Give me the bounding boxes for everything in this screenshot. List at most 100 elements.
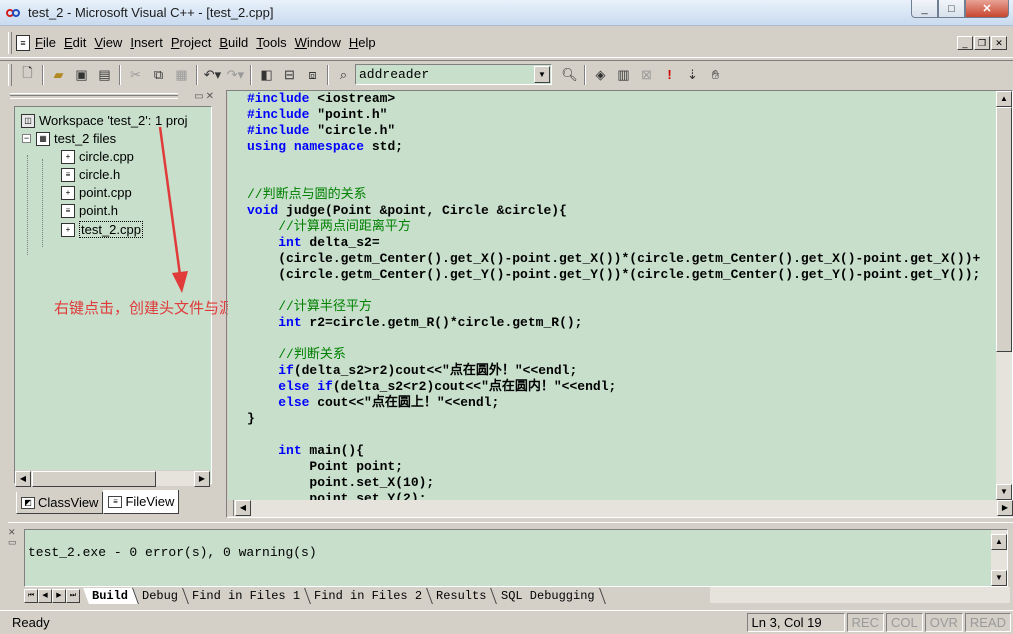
output-text-area[interactable]: test_2.exe - 0 error(s), 0 warning(s) ▲ … <box>24 529 1008 587</box>
file-item-selected[interactable]: + test_2.cpp <box>61 221 143 238</box>
tab-prev-icon[interactable]: ◀ <box>38 589 52 603</box>
file-item[interactable]: ≡ circle.h <box>61 167 120 182</box>
panel-close-icon[interactable]: ✕ <box>206 91 214 102</box>
tree-horizontal-scrollbar[interactable]: ◀ ▶ <box>15 470 210 487</box>
scroll-thumb[interactable] <box>32 471 156 487</box>
minimize-button[interactable]: _ <box>911 0 938 18</box>
menu-file[interactable]: File <box>32 35 59 50</box>
save-icon[interactable]: ▣ <box>70 64 93 86</box>
output-icon[interactable]: ⊟ <box>278 64 301 86</box>
status-message: Ready <box>12 615 50 630</box>
cursor-position: Ln 3, Col 19 <box>746 613 845 632</box>
panel-toggle-icon[interactable]: ▭ <box>8 537 17 547</box>
tab-fileview[interactable]: ≡ FileView <box>103 490 180 514</box>
tab-find-in-files-1[interactable]: Find in Files 1 <box>183 588 311 604</box>
menu-edit[interactable]: Edit <box>61 35 89 50</box>
scroll-up-icon[interactable]: ▲ <box>996 91 1012 107</box>
workspace-icon[interactable]: ◧ <box>255 64 278 86</box>
collapse-icon[interactable]: − <box>22 134 31 143</box>
menu-tools[interactable]: Tools <box>253 35 289 50</box>
close-button[interactable]: ✕ <box>965 0 1009 18</box>
doc-close-button[interactable]: ✕ <box>991 36 1007 50</box>
tab-next-icon[interactable]: ▶ <box>52 589 66 603</box>
editor-vertical-scrollbar[interactable]: ▲ ▼ <box>996 91 1012 500</box>
tab-find-in-files-2[interactable]: Find in Files 2 <box>305 588 434 604</box>
tab-debug[interactable]: Debug <box>133 588 189 604</box>
menu-project[interactable]: Project <box>168 35 214 50</box>
stop-build-icon[interactable]: ⊠ <box>635 64 658 86</box>
tab-results[interactable]: Results <box>427 588 498 604</box>
scroll-left-icon[interactable]: ◀ <box>15 471 31 487</box>
menu-view[interactable]: View <box>91 35 125 50</box>
copy-icon[interactable]: ⧉ <box>147 64 170 86</box>
output-tabs: ⏮ ◀ ▶ ⏭ Build Debug Find in Files 1 Find in… <box>24 587 1010 605</box>
visual-cpp-logo-icon <box>6 6 22 20</box>
menu-bar: ≡ File Edit View Insert Project Build Tools Win… <box>0 28 1013 58</box>
paste-icon[interactable]: ▦ <box>170 64 193 86</box>
tab-classview[interactable]: ◩ ClassView <box>16 492 104 514</box>
toolbar: 🗋 ▰ ▣ ▤ ✂ ⧉ ▦ ↶▾ ↷▾ ◧ ⊟ ⧈ ⌕ addreader ▼ … <box>0 60 1013 88</box>
scroll-down-icon[interactable]: ▼ <box>991 570 1007 586</box>
cpp-file-icon: + <box>61 222 75 237</box>
go-icon[interactable]: ⇣ <box>681 64 704 86</box>
menu-build[interactable]: Build <box>216 35 251 50</box>
panel-close-icon[interactable]: ✕ <box>8 527 17 537</box>
header-file-icon: ≡ <box>61 167 75 182</box>
menu-window[interactable]: Window <box>292 35 344 50</box>
find-combo-value: addreader <box>359 67 430 82</box>
execute-icon[interactable]: ! <box>658 64 681 86</box>
scroll-up-icon[interactable]: ▲ <box>991 534 1007 550</box>
rec-indicator: REC <box>846 613 884 632</box>
chevron-down-icon[interactable]: ▼ <box>534 66 550 83</box>
tab-build[interactable]: Build <box>83 588 139 604</box>
find-combo[interactable]: addreader ▼ <box>355 64 552 85</box>
editor-horizontal-scrollbar[interactable]: ◀ ▶ <box>228 500 1013 517</box>
breakpoint-icon[interactable]: ✋︎ <box>704 64 727 86</box>
build-icon[interactable]: ▥ <box>612 64 635 86</box>
redo-icon[interactable]: ↷▾ <box>224 64 247 86</box>
file-item[interactable]: ≡ point.h <box>61 203 118 218</box>
tab-sql-debugging[interactable]: SQL Debugging <box>491 588 606 604</box>
search-icon[interactable]: 🔍︎ <box>558 64 581 86</box>
file-item[interactable]: + point.cpp <box>61 185 132 200</box>
maximize-button[interactable]: □ <box>938 0 965 18</box>
tab-last-icon[interactable]: ⏭ <box>66 589 80 603</box>
menu-help[interactable]: Help <box>346 35 379 50</box>
scroll-left-icon[interactable]: ◀ <box>235 500 251 516</box>
doc-minimize-button[interactable]: _ <box>957 36 973 50</box>
code-area[interactable]: #include <iostream> #include "point.h" #… <box>228 91 997 500</box>
compile-icon[interactable]: ◈ <box>589 64 612 86</box>
scroll-down-icon[interactable]: ▼ <box>996 484 1012 500</box>
scroll-right-icon[interactable]: ▶ <box>997 500 1013 516</box>
header-file-icon: ≡ <box>61 203 75 218</box>
save-all-icon[interactable]: ▤ <box>93 64 116 86</box>
title-bar: test_2 - Microsoft Visual C++ - [test_2.… <box>0 0 1013 26</box>
fileview-icon: ≡ <box>108 495 123 508</box>
window-list-icon[interactable]: ⧈ <box>301 64 324 86</box>
tab-first-icon[interactable]: ⏮ <box>24 589 38 603</box>
output-horizontal-scrollbar[interactable] <box>710 587 1010 603</box>
status-bar: Ready Ln 3, Col 19 REC COL OVR READ <box>0 610 1013 634</box>
file-item[interactable]: + circle.cpp <box>61 149 134 164</box>
scroll-right-icon[interactable]: ▶ <box>194 471 210 487</box>
code-editor[interactable]: #include <iostream> #include "point.h" #… <box>226 90 1013 518</box>
project-node[interactable]: − ▦ test_2 files <box>22 131 116 146</box>
scroll-thumb[interactable] <box>996 107 1012 352</box>
open-icon[interactable]: ▰ <box>47 64 70 86</box>
ovr-indicator: OVR <box>924 613 963 632</box>
output-vertical-scrollbar[interactable]: ▲ ▼ <box>991 530 1007 586</box>
project-icon: ▦ <box>36 131 50 146</box>
new-text-file-icon[interactable]: 🗋 <box>16 64 39 86</box>
doc-restore-button[interactable]: ❐ <box>974 36 990 50</box>
col-indicator: COL <box>885 613 923 632</box>
panel-toggle-icon[interactable]: ▭ <box>194 91 203 102</box>
document-icon[interactable]: ≡ <box>16 34 30 51</box>
toolbar-grip[interactable] <box>8 63 12 86</box>
menu-grip[interactable] <box>8 31 12 54</box>
menu-insert[interactable]: Insert <box>127 35 166 50</box>
find-in-files-icon[interactable]: ⌕ <box>332 64 355 86</box>
cut-icon[interactable]: ✂ <box>124 64 147 86</box>
window-title: test_2 - Microsoft Visual C++ - [test_2.… <box>28 5 274 20</box>
split-handle[interactable] <box>228 500 234 516</box>
undo-icon[interactable]: ↶▾ <box>201 64 224 86</box>
